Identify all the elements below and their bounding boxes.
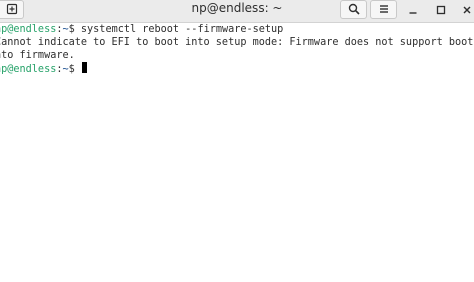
- prompt-user-host: np@endless: [0, 24, 57, 35]
- terminal-output[interactable]: np@endless:~$ systemctl reboot --firmwar…: [0, 23, 474, 282]
- headerbar: np@endless: ~: [0, 0, 474, 23]
- command-text: systemctl reboot --firmware-setup: [80, 24, 284, 35]
- new-tab-button[interactable]: [0, 0, 24, 19]
- terminal-line: np@endless:~$: [0, 62, 87, 77]
- minimize-button[interactable]: [402, 0, 424, 19]
- close-button[interactable]: [456, 0, 474, 19]
- hamburger-menu-icon: [378, 0, 390, 19]
- prompt-symbol: $: [68, 64, 81, 75]
- search-button[interactable]: [340, 0, 367, 19]
- terminal-line: Cannot indicate to EFI to boot into setu…: [0, 37, 474, 50]
- menu-button[interactable]: [370, 0, 397, 19]
- minimize-icon: [408, 0, 418, 19]
- terminal-line: nto firmware.: [0, 50, 75, 63]
- maximize-button[interactable]: [430, 0, 452, 19]
- prompt-symbol: $: [68, 24, 81, 35]
- close-icon: [462, 0, 472, 19]
- output-text: nto firmware.: [0, 50, 75, 61]
- new-tab-icon: [6, 0, 18, 19]
- terminal-line: np@endless:~$ systemctl reboot --firmwar…: [0, 24, 283, 37]
- window-title: np@endless: ~: [191, 1, 283, 15]
- prompt-user-host: np@endless: [0, 64, 57, 75]
- search-icon: [348, 0, 360, 19]
- maximize-icon: [436, 0, 446, 19]
- terminal-cursor: [81, 62, 87, 73]
- output-text: Cannot indicate to EFI to boot into setu…: [0, 37, 474, 48]
